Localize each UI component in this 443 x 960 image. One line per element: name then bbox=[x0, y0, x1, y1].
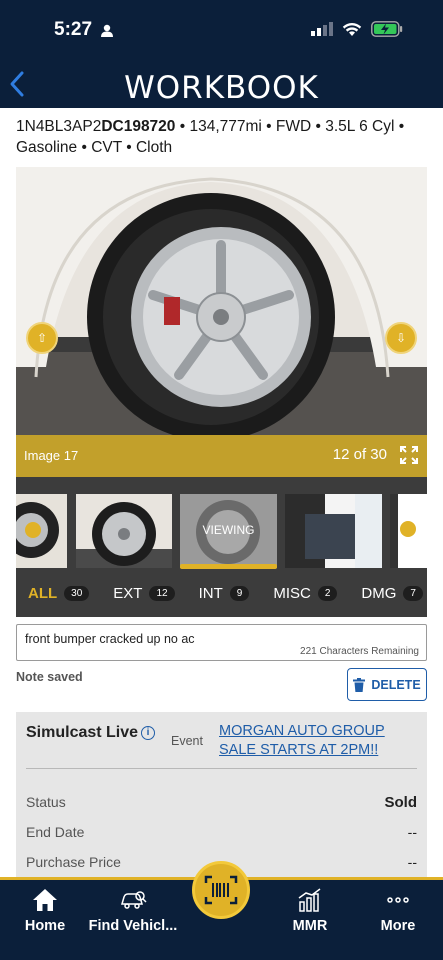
row-value: Sold bbox=[384, 794, 418, 811]
photo-caption-bar: Image 17 12 of 30 bbox=[16, 435, 427, 477]
current-thumbnail-indicator bbox=[180, 564, 277, 569]
filter-count: 7 bbox=[403, 586, 423, 601]
filter-label: DMG bbox=[361, 585, 397, 602]
tab-mmr[interactable]: MMR bbox=[265, 886, 355, 934]
page-title: WORKBOOK bbox=[124, 70, 319, 106]
person-icon bbox=[100, 24, 114, 42]
image-label: Image 17 bbox=[24, 448, 79, 463]
wifi-icon bbox=[342, 22, 362, 36]
delete-label: DELETE bbox=[371, 677, 421, 692]
chart-icon bbox=[298, 888, 321, 912]
tab-label: Home bbox=[24, 918, 66, 934]
event-link[interactable]: MORGAN AUTO GROUP SALE STARTS AT 2PM!! bbox=[219, 722, 419, 760]
filter-count: 9 bbox=[229, 586, 250, 601]
car-search-icon bbox=[121, 891, 147, 909]
photo-filter-tabs: ALL 30 EXT 12 INT 9 MISC 2 DMG 7 bbox=[16, 585, 427, 602]
previous-image-button[interactable]: ⇧ bbox=[26, 322, 58, 354]
tab-label: MMR bbox=[292, 918, 328, 934]
thumbnail[interactable] bbox=[285, 494, 382, 568]
status-row: Status Sold bbox=[26, 794, 417, 814]
filter-int[interactable]: INT 9 bbox=[199, 585, 250, 602]
tab-label: Find Vehicl... bbox=[88, 918, 178, 934]
filter-label: EXT bbox=[113, 585, 143, 602]
status-icons bbox=[311, 21, 403, 37]
filter-label: ALL bbox=[28, 585, 58, 602]
tab-more[interactable]: More bbox=[353, 886, 443, 934]
tab-find-vehicle[interactable]: Find Vehicl... bbox=[88, 886, 178, 934]
filter-ext[interactable]: EXT 12 bbox=[113, 585, 175, 602]
row-label: End Date bbox=[26, 824, 85, 840]
home-icon bbox=[33, 889, 57, 911]
filter-all[interactable]: ALL 30 bbox=[28, 585, 90, 602]
thumbnail[interactable] bbox=[390, 494, 427, 568]
simulcast-card: Simulcast Live i Event MORGAN AUTO GROUP… bbox=[16, 712, 427, 882]
tab-home[interactable]: Home bbox=[0, 886, 90, 934]
row-value: -- bbox=[407, 854, 417, 870]
simulcast-title: Simulcast Live bbox=[26, 724, 139, 741]
delete-button[interactable]: DELETE bbox=[347, 668, 427, 701]
scan-barcode-button[interactable] bbox=[192, 861, 250, 919]
vin-prefix: 1N4BL3AP2 bbox=[16, 118, 102, 135]
event-label: Event bbox=[171, 734, 203, 748]
next-image-button[interactable]: ⇩ bbox=[385, 322, 417, 354]
main-photo-viewer[interactable]: ⇧ ⇩ Image 17 12 of 30 bbox=[16, 167, 427, 477]
filter-count: 2 bbox=[317, 586, 338, 601]
note-value[interactable]: front bumper cracked up no ac bbox=[25, 632, 195, 646]
thumbnail-strip: VIEWING ALL 30 EXT 12 INT 9 MISC 2 DMG 7 bbox=[16, 477, 427, 617]
header: 5:27 WORKBOOK bbox=[0, 0, 443, 108]
filter-count: 30 bbox=[64, 586, 90, 601]
barcode-scan-icon bbox=[204, 875, 238, 905]
thumbnail[interactable] bbox=[76, 494, 172, 568]
status-time: 5:27 bbox=[54, 19, 93, 40]
row-label: Status bbox=[26, 794, 66, 810]
filter-misc[interactable]: MISC 2 bbox=[273, 585, 338, 602]
vehicle-summary: 1N4BL3AP2DC198720 • 134,777mi • FWD • 3.… bbox=[16, 116, 431, 158]
wheel-photo bbox=[16, 167, 427, 435]
row-label: Purchase Price bbox=[26, 854, 121, 870]
characters-remaining: 221 Characters Remaining bbox=[300, 646, 419, 657]
filter-count: 12 bbox=[149, 586, 175, 601]
note-saved-label: Note saved bbox=[16, 670, 83, 684]
thumbnail[interactable] bbox=[16, 494, 67, 568]
trash-icon bbox=[353, 677, 366, 692]
expand-icon[interactable] bbox=[399, 445, 419, 470]
more-dots-icon bbox=[387, 897, 409, 903]
note-field[interactable]: front bumper cracked up no ac 221 Charac… bbox=[16, 624, 427, 661]
battery-charging-icon bbox=[371, 21, 403, 37]
row-value: -- bbox=[407, 824, 417, 840]
image-count: 12 of 30 bbox=[332, 446, 387, 463]
filter-dmg[interactable]: DMG 7 bbox=[361, 585, 423, 602]
thumbnail-current[interactable]: VIEWING bbox=[180, 494, 277, 568]
info-icon[interactable]: i bbox=[141, 726, 155, 740]
filter-label: INT bbox=[198, 585, 223, 602]
vin-suffix: DC198720 bbox=[101, 118, 176, 135]
signal-icon bbox=[311, 22, 333, 36]
divider bbox=[26, 768, 417, 769]
end-date-row: End Date -- bbox=[26, 824, 417, 844]
tab-label: More bbox=[380, 918, 416, 934]
filter-label: MISC bbox=[273, 585, 311, 602]
viewing-label: VIEWING bbox=[202, 523, 255, 537]
